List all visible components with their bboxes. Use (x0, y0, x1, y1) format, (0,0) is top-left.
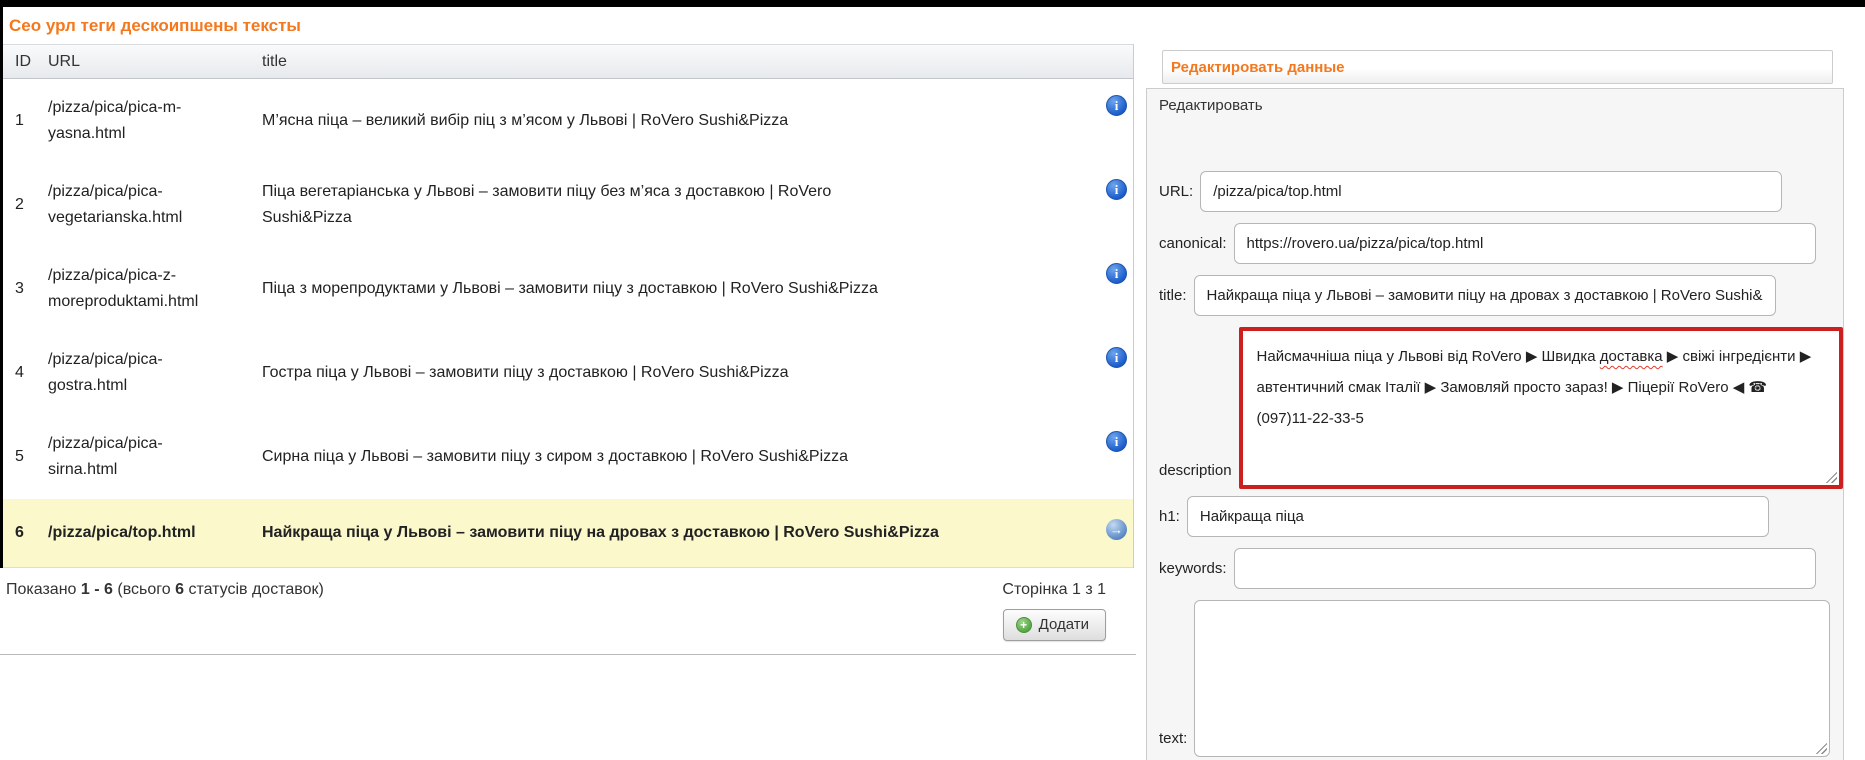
cell-url: /pizza/pica/pica-vegetarianska.html (36, 163, 236, 247)
cell-title: Піца вегетаріанська у Львові – замовити … (236, 163, 926, 247)
editor-subheader: Редактировать (1159, 97, 1843, 114)
seo-table: ID URL title 1 /pizza/pica/pica-m-yasna.… (3, 44, 1134, 568)
info-icon[interactable]: i (1106, 431, 1127, 452)
resize-handle[interactable] (1816, 743, 1827, 754)
h1-input[interactable] (1187, 496, 1769, 537)
info-icon[interactable]: i (1106, 347, 1127, 368)
page-indicator: Сторінка 1 з 1 (1002, 581, 1106, 599)
table-row[interactable]: 4 /pizza/pica/pica-gostra.html Гостра пі… (3, 331, 1133, 415)
pagination-summary: Показано 1 - 6 (всього 6 статусів достав… (6, 581, 324, 599)
resize-handle[interactable] (1826, 472, 1837, 483)
cell-url: /pizza/pica/pica-z-moreproduktami.html (36, 247, 236, 331)
field-keywords: keywords: (1159, 548, 1843, 589)
table-row[interactable]: 5 /pizza/pica/pica-sirna.html Сирна піца… (3, 415, 1133, 499)
seo-table-panel: Сео урл теги дескоипшены тексты ID URL t… (0, 7, 1146, 760)
page-title: Сео урл теги дескоипшены тексты (3, 7, 1136, 44)
cell-id: 3 (3, 260, 36, 318)
table-row[interactable]: 3 /pizza/pica/pica-z-moreproduktami.html… (3, 247, 1133, 331)
cell-url: /pizza/pica/pica-sirna.html (36, 415, 236, 499)
app-root: Сео урл теги дескоипшены тексты ID URL t… (0, 0, 1865, 760)
cell-id: 1 (3, 92, 36, 150)
cell-id: 2 (3, 176, 36, 234)
misspelled-word: доставка (1600, 348, 1663, 365)
canonical-input[interactable] (1234, 223, 1816, 264)
field-canonical: canonical: (1159, 223, 1843, 264)
info-icon[interactable]: i (1106, 95, 1127, 116)
cell-url: /pizza/pica/top.html (36, 499, 236, 567)
table-row-selected[interactable]: 6 /pizza/pica/top.html Найкраща піца у Л… (3, 499, 1133, 568)
cell-title: Піца з морепродуктами у Львові – замовит… (236, 260, 926, 318)
text-textarea[interactable] (1194, 600, 1830, 757)
url-label: URL: (1159, 183, 1193, 200)
field-description: description Найсмачніша піца у Львові ві… (1159, 327, 1843, 489)
field-title: title: (1159, 275, 1843, 316)
title-label: title: (1159, 287, 1187, 304)
editor-panel: Редактировать данные Редактировать URL: … (1146, 7, 1865, 760)
canonical-label: canonical: (1159, 235, 1227, 252)
plus-icon: + (1016, 617, 1032, 633)
column-header-id: ID (3, 53, 36, 71)
add-button-label: Додати (1039, 616, 1089, 633)
cell-url: /pizza/pica/pica-gostra.html (36, 331, 236, 415)
cell-title: Гостра піца у Львові – замовити піцу з д… (236, 344, 926, 402)
description-label: description (1159, 462, 1232, 479)
column-header-url: URL (36, 53, 236, 71)
cell-url: /pizza/pica/pica-m-yasna.html (36, 79, 236, 163)
cell-id: 6 (3, 499, 36, 567)
info-icon[interactable]: i (1106, 263, 1127, 284)
field-h1: h1: (1159, 496, 1843, 537)
cell-title: Найкраща піца у Львові – замовити піцу н… (236, 499, 926, 567)
url-input[interactable] (1200, 171, 1782, 212)
column-header-title: title (236, 53, 926, 71)
keywords-label: keywords: (1159, 560, 1227, 577)
table-footer: Показано 1 - 6 (всього 6 статусів достав… (0, 568, 1136, 655)
editor-header-title: Редактировать данные (1171, 59, 1344, 76)
field-text: text: (1159, 600, 1843, 757)
table-row[interactable]: 1 /pizza/pica/pica-m-yasna.html М’ясна п… (3, 79, 1133, 163)
cell-title: Сирна піца у Львові – замовити піцу з си… (236, 428, 926, 486)
table-row[interactable]: 2 /pizza/pica/pica-vegetarianska.html Пі… (3, 163, 1133, 247)
current-row-arrow-icon[interactable]: → (1106, 519, 1127, 540)
text-label: text: (1159, 730, 1187, 747)
table-header-row: ID URL title (3, 44, 1133, 79)
editor-header: Редактировать данные (1162, 50, 1833, 84)
keywords-input[interactable] (1234, 548, 1816, 589)
cell-id: 5 (3, 428, 36, 486)
info-icon[interactable]: i (1106, 179, 1127, 200)
description-textarea[interactable]: Найсмачніша піца у Львові від RoVero ▶ Ш… (1239, 327, 1843, 489)
title-input[interactable] (1194, 275, 1776, 316)
editor-form: Редактировать URL: canonical: title: des… (1146, 88, 1844, 760)
add-button[interactable]: + Додати (1003, 609, 1106, 641)
cell-title: М’ясна піца – великий вибір піц з м’ясом… (236, 92, 926, 150)
field-url: URL: (1159, 171, 1843, 212)
h1-label: h1: (1159, 508, 1180, 525)
cell-id: 4 (3, 344, 36, 402)
